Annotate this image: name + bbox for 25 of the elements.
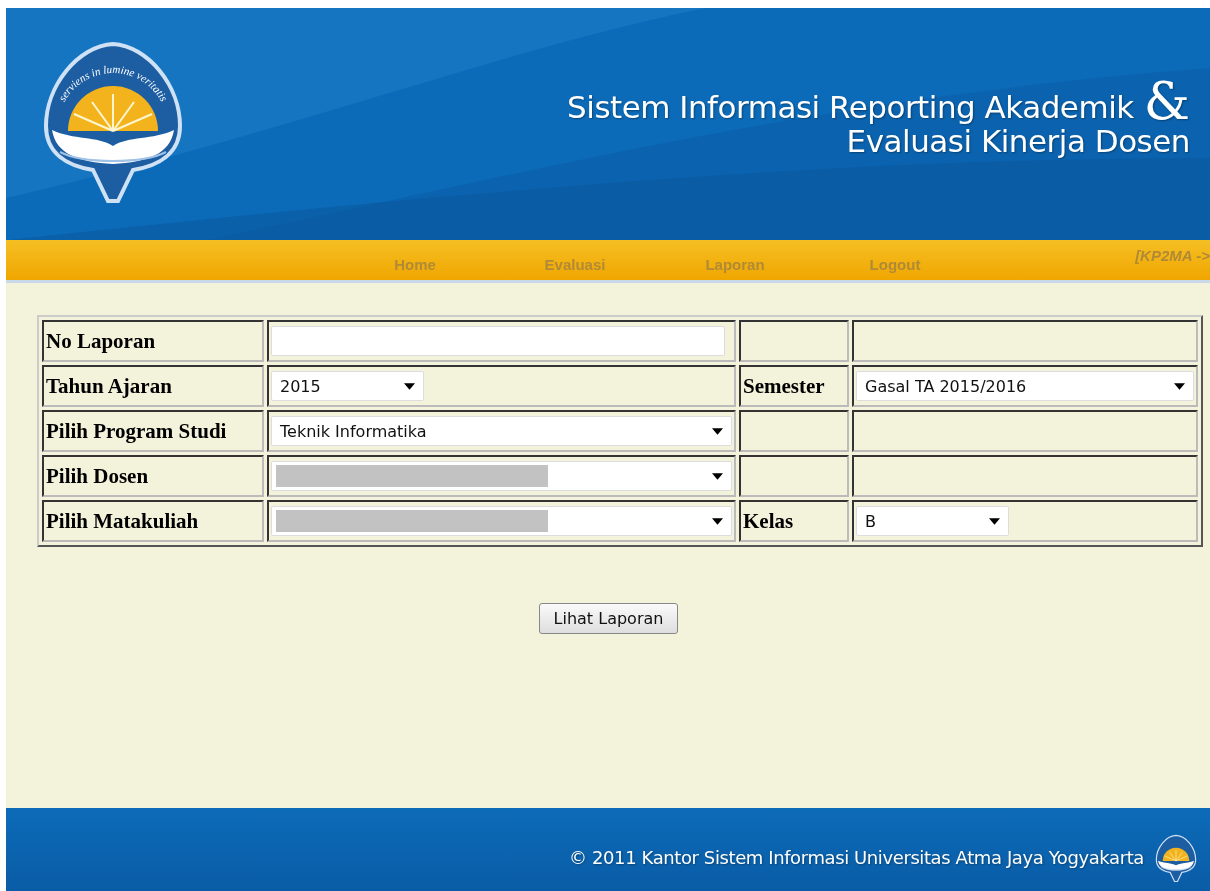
user-label: [KP2MA ->: [1135, 246, 1210, 264]
caret-icon: [712, 472, 723, 480]
field-label: Pilih Matakuliah: [42, 500, 264, 542]
site-title: Sistem Informasi Reporting Akademik: [567, 89, 1134, 125]
dropdown[interactable]: Gasal TA 2015/2016: [856, 371, 1194, 401]
field-label: Semester: [739, 365, 849, 407]
field-label: Pilih Program Studi: [42, 410, 264, 452]
dropdown[interactable]: [271, 461, 732, 491]
university-logo: [1154, 832, 1198, 883]
caret-icon: [712, 427, 723, 435]
caret-icon: [404, 382, 415, 390]
caret-icon: [712, 517, 723, 525]
field-label: No Laporan: [42, 320, 264, 362]
caret-icon: [989, 517, 1000, 525]
field-label: Kelas: [739, 500, 849, 542]
dropdown[interactable]: B: [856, 506, 1009, 536]
caret-icon: [1174, 382, 1185, 390]
copyright-text: © 2011 Kantor Sistem Informasi Universitas Atma Jaya Yogyakarta: [569, 847, 1144, 868]
field-label: Tahun Ajaran: [42, 365, 264, 407]
dropdown[interactable]: 2015: [271, 371, 424, 401]
dropdown[interactable]: Teknik Informatika: [271, 416, 732, 446]
view-report-button[interactable]: Lihat Laporan: [538, 603, 679, 634]
dropdown[interactable]: [271, 506, 732, 536]
field-label: Pilih Dosen: [42, 455, 264, 497]
input-field[interactable]: [271, 326, 725, 356]
